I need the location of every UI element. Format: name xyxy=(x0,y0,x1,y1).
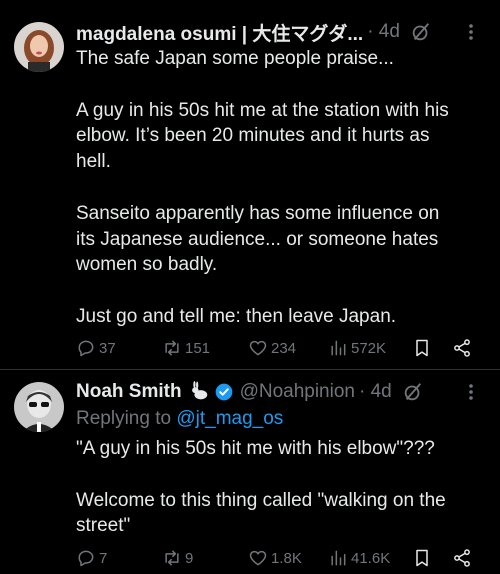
bookmark-button[interactable] xyxy=(412,546,432,570)
action-bar: 7 9 1.8K 41.6K xyxy=(76,546,486,570)
reply-button[interactable]: 7 xyxy=(76,546,107,570)
bookmark-button[interactable] xyxy=(412,336,432,360)
reply-button[interactable]: 37 xyxy=(76,336,116,360)
views-button[interactable]: 41.6K xyxy=(328,546,390,570)
tweet-text: The safe Japan some people praise... A g… xyxy=(76,46,486,330)
replying-prefix: Replying to xyxy=(76,408,172,429)
tweet-header: magdalena osumi | 大住マグダ... · 4d xyxy=(76,18,486,46)
share-button[interactable] xyxy=(452,336,472,360)
views-button[interactable]: 572K xyxy=(328,336,386,360)
views-icon xyxy=(331,550,346,566)
tweet-line: "A guy in his 50s hit me with his elbow"… xyxy=(76,438,435,459)
repost-count: 9 xyxy=(185,549,194,567)
repost-button[interactable]: 151 xyxy=(162,336,210,360)
repost-count: 151 xyxy=(185,339,211,357)
avatar[interactable] xyxy=(14,382,64,432)
tweet-line: elbow. It’s been 20 minutes and it hurts… xyxy=(76,125,430,147)
more-icon[interactable] xyxy=(462,20,480,44)
avatar-image xyxy=(14,382,64,432)
tweet-line: hell. xyxy=(76,151,111,173)
grok-icon[interactable] xyxy=(410,21,432,43)
heart-icon xyxy=(249,340,267,356)
grok-icon[interactable] xyxy=(402,381,424,403)
bookmark-icon xyxy=(416,549,428,567)
view-count: 572K xyxy=(351,339,387,357)
avatar[interactable] xyxy=(14,22,64,72)
replying-handle-link[interactable]: @jt_mag_os xyxy=(176,408,283,429)
view-count: 41.6K xyxy=(351,549,391,567)
repost-icon xyxy=(165,550,179,566)
reply-icon xyxy=(78,550,94,567)
repost-icon xyxy=(165,340,179,356)
timestamp[interactable]: · 4d xyxy=(367,21,400,43)
like-button[interactable]: 1.8K xyxy=(248,546,302,570)
like-button[interactable]: 234 xyxy=(248,336,296,360)
tweet-line xyxy=(76,278,486,304)
tweet-line: Welcome to this thing called "walking on… xyxy=(76,489,446,511)
display-name[interactable]: magdalena osumi | 大住マグダ... xyxy=(76,19,363,46)
timestamp[interactable]: · 4d xyxy=(359,381,392,403)
tweet[interactable]: magdalena osumi | 大住マグダ... · 4d The safe… xyxy=(0,0,500,370)
action-bar: 37 151 234 572K xyxy=(76,336,486,360)
tweet-line: street" xyxy=(76,515,131,537)
like-count: 234 xyxy=(271,339,297,357)
handle[interactable]: @Noahpinion xyxy=(240,381,355,403)
bookmark-icon xyxy=(416,339,428,357)
share-icon xyxy=(454,549,470,567)
reply-count: 37 xyxy=(99,339,116,357)
share-button[interactable] xyxy=(452,546,472,570)
replying-to: Replying to @jt_mag_os xyxy=(76,408,283,430)
tweet-line: Just go and tell me: then leave Japan. xyxy=(76,305,397,327)
tweet-line: its Japanese audience... or someone hate… xyxy=(76,228,439,250)
tweet-line xyxy=(76,175,486,201)
reply-count: 7 xyxy=(99,549,108,567)
tweet-line: The safe Japan some people praise... xyxy=(76,48,394,69)
tweet-line: A guy in his 50s hit me at the station w… xyxy=(76,99,449,121)
display-name[interactable]: Noah Smith xyxy=(76,381,182,403)
tweet-text: "A guy in his 50s hit me with his elbow"… xyxy=(76,436,486,539)
more-icon[interactable] xyxy=(462,380,480,404)
tweet-line: women so badly. xyxy=(76,254,218,276)
tweet-header: Noah Smith @Noahpinion · 4d xyxy=(76,378,486,406)
views-icon xyxy=(331,340,346,356)
share-icon xyxy=(454,339,470,357)
avatar-image xyxy=(14,22,64,72)
rabbit-emoji-icon xyxy=(191,381,207,400)
tweet-line xyxy=(76,72,486,98)
tweet-line: Sanseito apparently has some influence o… xyxy=(76,202,440,224)
tweet-line xyxy=(76,462,486,488)
like-count: 1.8K xyxy=(271,549,302,567)
reply-icon xyxy=(78,340,94,357)
verified-badge-icon[interactable] xyxy=(214,382,234,402)
reply-tweet[interactable]: Noah Smith @Noahpinion · 4d Replying to … xyxy=(0,370,500,574)
repost-button[interactable]: 9 xyxy=(162,546,193,570)
heart-icon xyxy=(249,550,267,566)
